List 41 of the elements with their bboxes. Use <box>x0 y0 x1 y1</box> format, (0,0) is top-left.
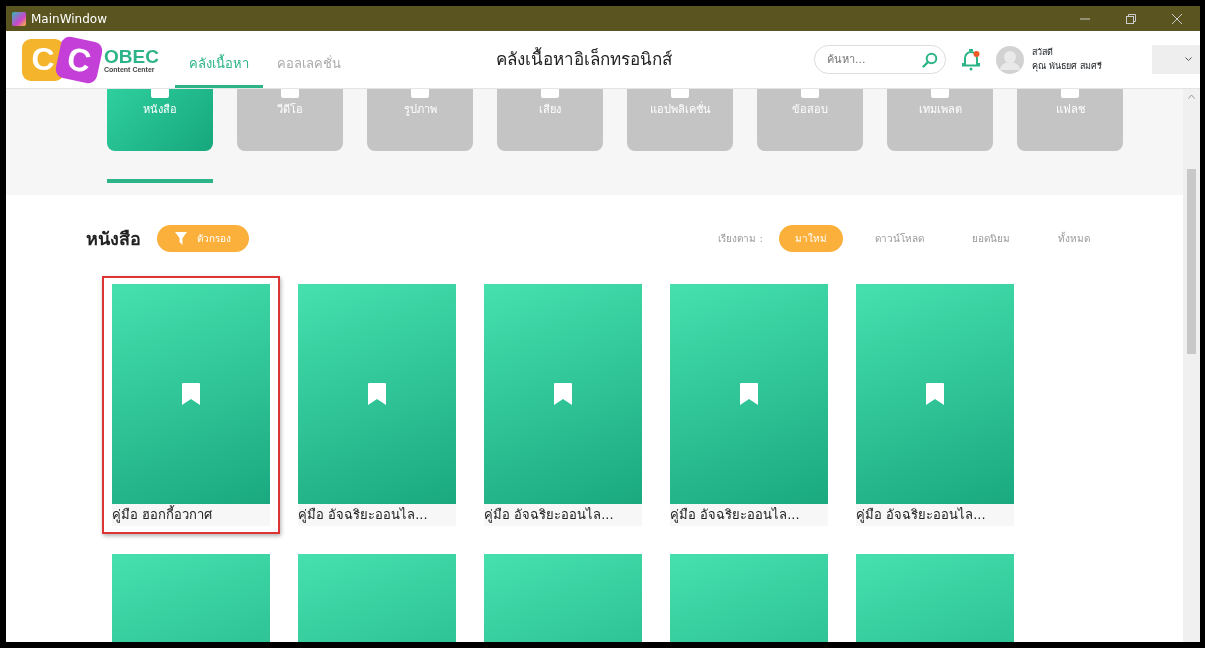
bell-icon[interactable] <box>962 48 980 71</box>
avatar-icon <box>996 45 1024 74</box>
logo-name: OBEC <box>104 46 159 66</box>
category-tile[interactable]: เทมเพลต <box>887 89 993 151</box>
scrollbar[interactable] <box>1183 89 1200 642</box>
category-tile[interactable]: แฟลช <box>1017 89 1123 151</box>
scroll-thumb[interactable] <box>1187 169 1196 354</box>
chevron-down-icon <box>1185 57 1192 62</box>
bookmark-icon <box>926 383 944 405</box>
bookmark-icon <box>554 383 572 405</box>
window-title: MainWindow <box>31 10 108 28</box>
page-title: คลังเนื้อหาอิเล็กทรอนิกส์ <box>496 46 673 71</box>
funnel-icon <box>175 232 187 245</box>
search-field[interactable]: ค้นหา... <box>814 45 946 74</box>
category-tile[interactable]: รูปภาพ <box>367 89 473 151</box>
search-icon[interactable] <box>922 52 938 68</box>
scroll-up-icon <box>1188 94 1195 99</box>
app-icon <box>12 11 26 26</box>
sort-option[interactable]: มาใหม่ <box>779 225 843 252</box>
sort-option[interactable]: ทั้งหมด <box>1042 225 1106 252</box>
minimize-icon <box>1080 17 1090 20</box>
bookmark-icon <box>368 383 386 405</box>
greeting-text: สวัสดี <box>1032 46 1054 59</box>
section-title: หนังสือ <box>86 227 141 251</box>
bookmark-icon <box>182 383 200 405</box>
restore-icon <box>1126 13 1136 24</box>
sort-option[interactable]: ดาวน์โหลด <box>859 225 940 252</box>
nav-tab[interactable]: คอลเลคชั่น <box>262 33 355 88</box>
category-tile[interactable]: หนังสือ <box>107 89 213 151</box>
filter-button[interactable]: ตัวกรอง <box>157 225 249 252</box>
category-tile[interactable]: แอปพลิเคชั่น <box>627 89 733 151</box>
bookmark-icon <box>740 383 758 405</box>
sort-option[interactable]: ยอดนิยม <box>956 225 1026 252</box>
book-card[interactable]: คู่มือ ฮอกกี้อวกาศ <box>102 276 280 534</box>
user-name: คุณ พันธยศ สมศรี <box>1032 59 1103 73</box>
category-tile[interactable]: ข้อสอบ <box>757 89 863 151</box>
category-tile[interactable]: เสียง <box>497 89 603 151</box>
logo-letter: C <box>54 34 104 85</box>
close-icon <box>1172 13 1182 24</box>
category-tile[interactable]: วีดีโอ <box>237 89 343 151</box>
sort-label: เรียงตาม : <box>718 232 763 246</box>
